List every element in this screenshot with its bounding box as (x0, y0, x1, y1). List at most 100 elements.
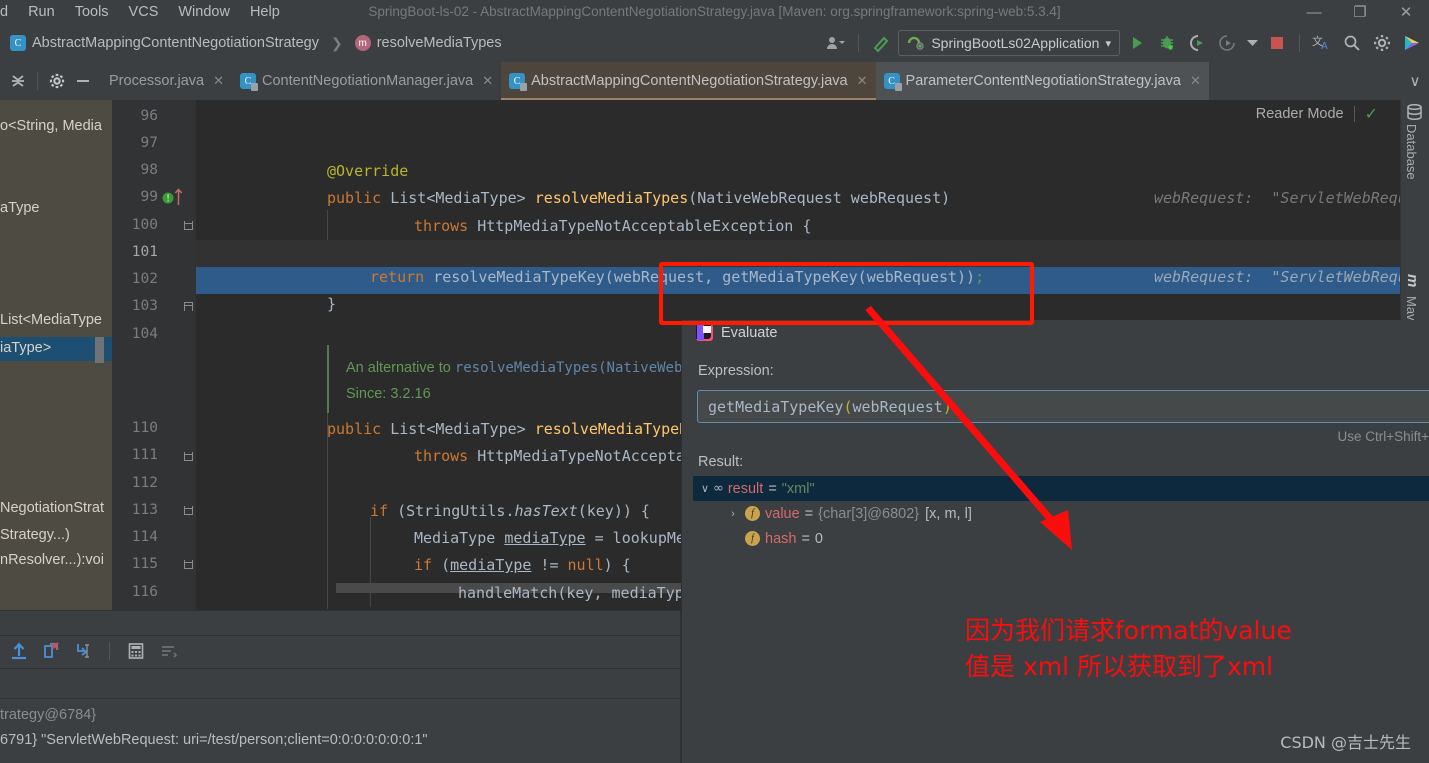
minimize-icon[interactable]: — (1291, 0, 1337, 24)
left-panel-scrollbar[interactable] (95, 337, 104, 363)
breadcrumb-class[interactable]: AbstractMappingContentNegotiationStrateg… (32, 35, 319, 51)
editor-gutter[interactable]: 96 97 98 99 100 101 102 103 104 110 111 … (112, 100, 196, 610)
class-icon: C (10, 35, 26, 51)
settings-gear-icon[interactable] (45, 69, 69, 93)
toolbar-divider (109, 642, 110, 660)
chevron-down-icon[interactable]: ∨ (1403, 69, 1427, 93)
field-icon: f (745, 531, 760, 546)
left-panel-line-selected[interactable]: iaType> (0, 340, 51, 356)
line-number: 100 (131, 217, 158, 233)
build-hammer-icon[interactable] (868, 30, 894, 56)
svg-text:A: A (1321, 41, 1328, 52)
fold-marker-icon[interactable] (184, 560, 193, 569)
code-line-103: } (327, 295, 337, 313)
left-panel-line: o<String, Media (0, 118, 102, 134)
close-icon[interactable]: ✕ (1190, 73, 1201, 89)
menu-item-run[interactable]: Run (18, 2, 65, 22)
intellij-idea-icon (696, 324, 713, 341)
evaluate-expression-icon[interactable] (125, 640, 147, 662)
method-icon: m (354, 35, 371, 51)
field-icon: f (745, 506, 760, 521)
close-icon[interactable]: ✕ (482, 73, 493, 89)
search-icon[interactable] (1339, 30, 1365, 56)
evaluate-title-label: Evaluate (721, 324, 778, 341)
menu-item-d[interactable]: d (0, 2, 18, 22)
maven-icon: m (1404, 274, 1421, 288)
line-number: 110 (131, 420, 158, 436)
menu-item-vcs[interactable]: VCS (119, 2, 169, 22)
run-icon[interactable] (1124, 30, 1150, 56)
line-number: 113 (131, 502, 158, 518)
line-number: 98 (140, 162, 158, 178)
left-panel-line: List<MediaType (0, 312, 102, 328)
variable-row[interactable]: 6791} "ServletWebRequest: uri=/test/pers… (0, 732, 428, 748)
tab-overflow: ∨ (1403, 62, 1429, 100)
code-line-99-inlay-hint: webRequest: "ServletWebRequest: uri=/tes… (1154, 189, 1400, 207)
maximize-icon[interactable]: ❐ (1337, 0, 1383, 24)
translate-icon[interactable]: 文A (1309, 30, 1335, 56)
profiler-chevron-down-icon[interactable] (1244, 30, 1260, 56)
debug-icon[interactable] (1154, 30, 1180, 56)
close-icon[interactable]: ✕ (1383, 0, 1429, 24)
step-out-icon[interactable] (8, 640, 30, 662)
tab-content-negotiation-manager[interactable]: C ContentNegotiationManager.java ✕ (232, 62, 501, 100)
variable-row[interactable]: trategy@6784} (0, 707, 96, 723)
code-line-99: public List<MediaType> resolveMediaTypes… (327, 189, 951, 207)
panel-divider (0, 635, 681, 636)
fold-marker-icon[interactable] (184, 302, 193, 311)
fold-marker-icon[interactable] (184, 452, 193, 461)
tab-abstract-mapping-content-negotiation-strategy[interactable]: C AbstractMappingContentNegotiationStrat… (501, 62, 876, 100)
chevron-down-icon[interactable]: ∨ (697, 482, 713, 495)
watermark: CSDN @吉士先生 (1280, 733, 1411, 752)
javadoc-line-2: Since: 3.2.16 (346, 386, 431, 402)
tab-parameter-content-negotiation-strategy[interactable]: C ParameterContentNegotiationStrategy.ja… (875, 62, 1209, 100)
remove-watch-icon[interactable] (40, 640, 62, 662)
run-configuration-selector[interactable]: SpringBootLs02Application ▾ (898, 30, 1120, 56)
profiler-icon[interactable] (1214, 30, 1240, 56)
line-number: 97 (140, 135, 158, 151)
annotation-text: 因为我们请求format的value 值是 xml 所以获取到了xml (965, 613, 1292, 685)
add-to-watches-icon[interactable] (72, 640, 94, 662)
chevron-down-icon: ▾ (1105, 37, 1111, 50)
window-controls: — ❐ ✕ (1291, 0, 1429, 24)
user-icon[interactable] (823, 30, 849, 56)
breadcrumb-method[interactable]: resolveMediaTypes (377, 35, 502, 51)
collapse-all-icon[interactable] (6, 69, 30, 93)
line-number: 96 (140, 108, 158, 124)
sort-values-icon[interactable] (157, 640, 179, 662)
panel-divider (0, 610, 681, 611)
stop-icon[interactable] (1264, 30, 1290, 56)
tab-processor[interactable]: Processor.java ✕ (101, 62, 232, 100)
result-value-icon: ∞ (713, 481, 724, 496)
chevron-right-icon[interactable]: › (725, 508, 741, 520)
close-icon[interactable]: ✕ (857, 73, 868, 89)
breadcrumb: C AbstractMappingContentNegotiationStrat… (0, 35, 502, 52)
idea-logo-icon[interactable] (1399, 30, 1425, 56)
line-number: 115 (131, 556, 158, 572)
tool-window-database[interactable]: Database (1404, 124, 1419, 180)
left-panel-line: Strategy...) (0, 527, 70, 543)
panel-divider (0, 698, 681, 699)
menu-item-tools[interactable]: Tools (65, 2, 119, 22)
toolbar-divider (858, 34, 860, 52)
fold-marker-icon[interactable] (184, 506, 193, 515)
shortcut-hint: Use Ctrl+Shift+ (1337, 429, 1429, 444)
lock-icon (251, 83, 259, 91)
left-tool-panel: o<String, Media aType List<MediaType iaT… (0, 100, 112, 610)
debugger-toolbar (8, 640, 179, 662)
menu-item-help[interactable]: Help (240, 2, 290, 22)
run-with-coverage-icon[interactable] (1184, 30, 1210, 56)
line-number: 99 (140, 189, 158, 205)
close-icon[interactable]: ✕ (213, 73, 224, 89)
code-line-116: handleMatch(key, mediaType); (458, 584, 711, 602)
annotation-line-2: 值是 xml 所以获取到了xml (965, 652, 1274, 681)
menu-item-window[interactable]: Window (168, 2, 240, 22)
tab-tools (0, 62, 101, 100)
hide-icon[interactable] (71, 69, 95, 93)
code-line-102-inlay-hint: webRequest: "ServletWebRequest: uri=/tes… (1154, 268, 1400, 286)
spring-boot-icon (908, 36, 925, 50)
tab-label: Processor.java (109, 73, 205, 89)
gear-icon[interactable] (1369, 30, 1395, 56)
fold-marker-icon[interactable] (184, 221, 193, 230)
line-number: 102 (131, 271, 158, 287)
